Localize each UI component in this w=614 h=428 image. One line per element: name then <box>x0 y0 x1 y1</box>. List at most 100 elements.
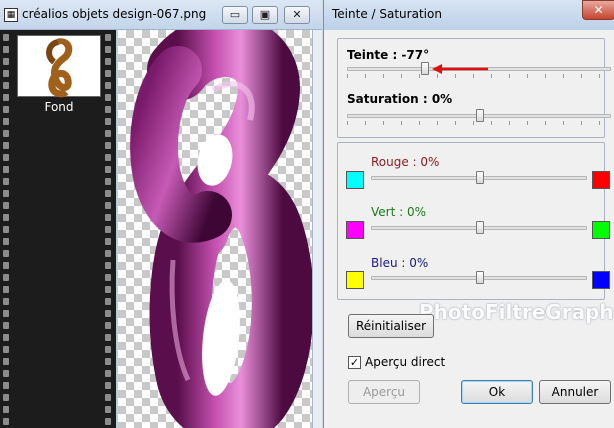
yellow-swatch <box>346 271 364 289</box>
film-perforation <box>105 370 111 377</box>
film-perforation <box>105 418 111 425</box>
film-perforation <box>105 178 111 185</box>
film-perforation <box>3 394 9 401</box>
film-perforation <box>3 214 9 221</box>
blue-slider-thumb[interactable] <box>476 271 484 284</box>
film-perforation <box>105 250 111 257</box>
saturation-slider-thumb[interactable] <box>476 109 484 122</box>
film-perforation <box>105 142 111 149</box>
film-perforation <box>3 250 9 257</box>
film-perforation <box>105 322 111 329</box>
film-perforation <box>105 130 111 137</box>
film-perforation <box>3 334 9 341</box>
restore-button[interactable]: ▣ <box>252 6 278 24</box>
film-perforation <box>105 346 111 353</box>
film-perforation <box>3 94 9 101</box>
reset-button[interactable]: Réinitialiser <box>348 314 434 338</box>
watermark-logo: PhotoFiltreGraphic <box>419 300 614 324</box>
blue-label: Bleu : 0% <box>371 256 429 270</box>
green-swatch <box>592 221 610 239</box>
blue-swatch <box>592 271 610 289</box>
film-perforation <box>105 70 111 77</box>
film-perforation <box>105 238 111 245</box>
dialog-close-button[interactable]: ✕ <box>582 0 614 20</box>
layer-name: Fond <box>44 100 74 114</box>
film-perforation <box>3 238 9 245</box>
film-perforation <box>3 226 9 233</box>
film-perforation <box>3 130 9 137</box>
close-image-button[interactable]: ✕ <box>284 6 310 24</box>
film-perforation <box>3 382 9 389</box>
film-perforation <box>105 226 111 233</box>
film-perforation <box>3 34 9 41</box>
app-icon: ▦ <box>4 8 18 22</box>
film-perforation <box>105 406 111 413</box>
film-perforation <box>105 190 111 197</box>
ok-button[interactable]: Ok <box>461 380 533 404</box>
film-perforation <box>105 118 111 125</box>
hue-slider-thumb[interactable] <box>421 62 429 75</box>
film-perforation <box>105 82 111 89</box>
dialog-titlebar[interactable]: Teinte / Saturation ✕ <box>324 0 614 30</box>
film-perforation <box>105 34 111 41</box>
film-perforation <box>3 46 9 53</box>
film-perforation <box>3 118 9 125</box>
hue-label: Teinte : -77° <box>347 48 430 62</box>
image-window: ▦ créalios objets design-067.png ▭ ▣ ✕ F… <box>0 0 322 428</box>
preview-button[interactable]: Aperçu <box>348 380 420 404</box>
film-perforation <box>105 94 111 101</box>
dialog-title: Teinte / Saturation <box>332 7 442 21</box>
film-perforation <box>3 370 9 377</box>
magenta-swatch <box>346 221 364 239</box>
film-perforation <box>105 262 111 269</box>
green-slider-thumb[interactable] <box>476 221 484 234</box>
film-perforation <box>3 298 9 305</box>
cyan-swatch <box>346 171 364 189</box>
film-perforation <box>105 46 111 53</box>
film-perforation <box>105 394 111 401</box>
image-window-titlebar[interactable]: ▦ créalios objets design-067.png ▭ ▣ ✕ <box>0 0 322 30</box>
red-label: Rouge : 0% <box>371 155 440 169</box>
film-perforation <box>3 82 9 89</box>
film-perforation <box>3 346 9 353</box>
layer-thumbnail[interactable] <box>17 35 101 98</box>
saturation-label: Saturation : 0% <box>347 92 453 106</box>
film-perforation <box>3 286 9 293</box>
film-perforation <box>3 178 9 185</box>
film-perforation <box>3 358 9 365</box>
film-perforation <box>105 202 111 209</box>
film-perforation <box>3 418 9 425</box>
sculpture-image <box>130 30 314 428</box>
film-perforation <box>105 334 111 341</box>
hue-saturation-dialog: Teinte / Saturation ✕ Teinte : -77° Satu… <box>323 0 614 428</box>
green-label: Vert : 0% <box>371 205 427 219</box>
film-perforation <box>3 310 9 317</box>
film-perforation <box>3 406 9 413</box>
film-perforation <box>3 190 9 197</box>
film-perforation <box>105 166 111 173</box>
film-perforation <box>3 322 9 329</box>
cancel-button[interactable]: Annuler <box>539 380 611 404</box>
minimize-button[interactable]: ▭ <box>222 6 248 24</box>
film-perforation <box>105 382 111 389</box>
layer-filmstrip: Fond <box>0 30 116 428</box>
canvas-vertical-scrollbar[interactable] <box>312 30 322 428</box>
film-perforation <box>3 142 9 149</box>
preview-checkbox[interactable]: ✓ <box>348 356 361 369</box>
film-perforation <box>105 358 111 365</box>
film-perforation <box>3 70 9 77</box>
red-slider-thumb[interactable] <box>476 171 484 184</box>
preview-checkbox-label: Aperçu direct <box>365 355 446 369</box>
film-perforation <box>105 310 111 317</box>
film-perforation <box>3 202 9 209</box>
film-perforation <box>3 58 9 65</box>
film-perforation <box>105 286 111 293</box>
film-perforation <box>105 214 111 221</box>
film-perforation <box>3 154 9 161</box>
image-canvas[interactable] <box>118 30 318 428</box>
image-window-title: créalios objets design-067.png <box>22 7 207 21</box>
film-perforation <box>105 58 111 65</box>
film-perforation <box>3 262 9 269</box>
red-swatch <box>592 171 610 189</box>
film-perforation <box>105 274 111 281</box>
